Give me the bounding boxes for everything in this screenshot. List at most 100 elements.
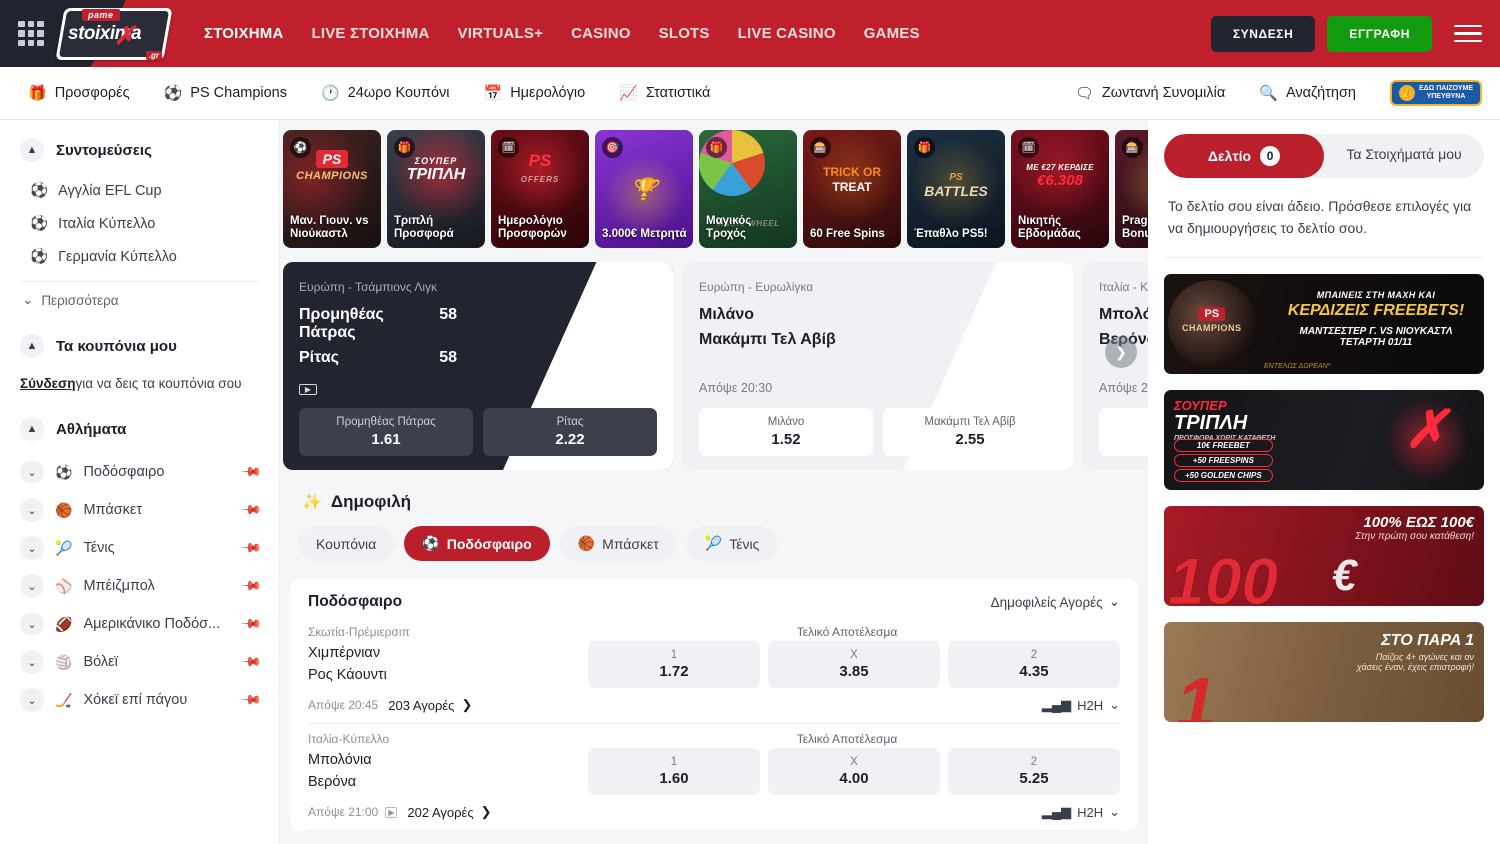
sidebar-more-shortcuts[interactable]: ⌄ Περισσότερα bbox=[20, 282, 259, 318]
nav-item-live-casino[interactable]: LIVE CASINO bbox=[738, 25, 836, 42]
sidebar-sport-tennis[interactable]: ⌄ 🎾 Τένις 📌 bbox=[20, 529, 259, 567]
match-teams[interactable]: Μπολόνια Βερόνα bbox=[308, 750, 588, 792]
tab-betslip[interactable]: Δελτίο 0 bbox=[1164, 134, 1324, 178]
odd-button-2[interactable]: 2 5.25 bbox=[948, 748, 1120, 795]
super-tripli-banner[interactable]: ✗ ΣΟΥΠΕΡ ΤΡΙΠΛΗ ΠΡΟΣΦΟΡΑ ΧΩΡΙΣ ΚΑΤΑΘΕΣΗ … bbox=[1164, 390, 1484, 490]
sidebar-sport-baseball[interactable]: ⌄ ⚾ Μπέιζμπολ 📌 bbox=[20, 567, 259, 605]
calendar-icon: 🗓 bbox=[498, 137, 519, 158]
match-teams[interactable]: Χιμπέρνιαν Ρος Κάουντι bbox=[308, 643, 588, 685]
odd-button-x[interactable]: X 4.00 bbox=[768, 748, 940, 795]
tab-basketball[interactable]: 🏀 Μπάσκετ bbox=[560, 526, 677, 561]
banner-logo: PS CHAMPIONS bbox=[1182, 304, 1242, 333]
chevron-down-icon[interactable]: ⌄ bbox=[20, 574, 44, 598]
odd-button-1[interactable]: 1 1.72 bbox=[588, 641, 760, 688]
nav-item-stoixima[interactable]: ΣΤΟΙΧΗΜΑ bbox=[204, 25, 284, 42]
featured-odd-home[interactable]: Μιλάνο 1.52 bbox=[699, 408, 873, 456]
ps-champions-banner[interactable]: PS CHAMPIONS ΜΠΑΙΝΕΙΣ ΣΤΗ ΜΑΧΗ ΚΑΙ ΚΕΡΔΙ… bbox=[1164, 274, 1484, 374]
logo-tld-text: .gr bbox=[146, 51, 162, 60]
featured-odd-home[interactable]: 1 1.6 bbox=[1099, 408, 1148, 456]
chevron-down-icon[interactable]: ⌄ bbox=[20, 498, 44, 522]
match-away-team: Βερόνα bbox=[308, 772, 588, 793]
featured-odd-away[interactable]: Ρίτας 2.22 bbox=[483, 408, 657, 456]
pin-icon[interactable]: 📌 bbox=[240, 651, 263, 674]
subnav-item-offers[interactable]: 🎁 Προσφορές bbox=[28, 85, 130, 101]
promo-tile-magic-wheel[interactable]: 🎁 MAGIC WHEEL Μαγικός Τροχός bbox=[699, 130, 797, 248]
pin-icon[interactable]: 📌 bbox=[240, 461, 263, 484]
responsible-gaming-badge[interactable]: 👍 ΕΔΩ ΠΑΙΖΟΥΜΕ ΥΠΕΥΘΥΝΑ bbox=[1390, 80, 1482, 106]
nav-item-virtuals[interactable]: VIRTUALS+ bbox=[458, 25, 544, 42]
chevron-down-icon[interactable]: ⌄ bbox=[20, 460, 44, 484]
nav-item-casino[interactable]: CASINO bbox=[571, 25, 631, 42]
tv-stream-icon[interactable]: ▶ bbox=[385, 807, 397, 818]
coupons-login-link[interactable]: Σύνδεση bbox=[20, 376, 76, 391]
sports-section-header[interactable]: ▲ Αθλήματα bbox=[20, 417, 259, 441]
tab-coupons-label: Κουπόνια bbox=[316, 536, 376, 552]
sidebar-sport-basketball[interactable]: ⌄ 🏀 Μπάσκετ 📌 bbox=[20, 491, 259, 529]
pin-icon[interactable]: 📌 bbox=[240, 575, 263, 598]
sidebar-item-germany-cup[interactable]: ⚽ Γερμανία Κύπελλο bbox=[20, 240, 259, 273]
tv-stream-icon[interactable]: ▶ bbox=[299, 384, 317, 395]
featured-next-arrow-icon[interactable]: ❯ bbox=[1105, 336, 1137, 368]
featured-card-promitheas-ritas[interactable]: Ευρώπη - Τσάμπιονς Λιγκ Προμηθέας Πάτρας… bbox=[283, 262, 673, 470]
promo-tile-weekly-winner[interactable]: 🗓 ΜΕ €27 ΚΕΡΔΙΣΕ €6.308 Νικητής Εβδομάδα… bbox=[1011, 130, 1109, 248]
sto-para-1-banner[interactable]: 1 ΣΤΟ ΠΑΡΑ 1 Παίζεις 4+ αγώνες και αν χά… bbox=[1164, 622, 1484, 722]
sidebar-item-efl-cup[interactable]: ⚽ Αγγλία EFL Cup bbox=[20, 174, 259, 207]
odd-button-2[interactable]: 2 4.35 bbox=[948, 641, 1120, 688]
subnav-item-ps-champions[interactable]: ⚽ PS Champions bbox=[164, 85, 287, 101]
match-markets-link[interactable]: 202 Αγορές ❯ bbox=[407, 804, 491, 820]
apps-grid-icon[interactable] bbox=[18, 21, 44, 47]
shortcuts-section-header[interactable]: ▲ Συντομεύσεις bbox=[20, 138, 259, 162]
promo-tile-60-free-spins[interactable]: 🎰 TRICK OR TREAT 60 Free Spins bbox=[803, 130, 901, 248]
header-actions: ΣΥΝΔΕΣΗ ΕΓΓΡΑΦΗ bbox=[1211, 16, 1500, 52]
sidebar-item-italy-cup[interactable]: ⚽ Ιταλία Κύπελλο bbox=[20, 207, 259, 240]
my-coupons-section-header[interactable]: ▲ Τα κουπόνια μου bbox=[20, 334, 259, 358]
odd-button-1[interactable]: 1 1.60 bbox=[588, 748, 760, 795]
deposit-bonus-banner[interactable]: 100 € 100% ΕΩΣ 100€ Στην πρώτη σου κατάθ… bbox=[1164, 506, 1484, 606]
chevron-down-icon[interactable]: ⌄ bbox=[20, 612, 44, 636]
sidebar-sport-ice-hockey[interactable]: ⌄ 🏒 Χόκεϊ επί πάγου 📌 bbox=[20, 681, 259, 719]
nav-item-slots[interactable]: SLOTS bbox=[659, 25, 710, 42]
markets-selector[interactable]: Δημοφιλείς Αγορές ⌄ bbox=[991, 594, 1120, 610]
subnav-item-search[interactable]: 🔍 Αναζήτηση bbox=[1259, 85, 1356, 101]
pin-icon[interactable]: 📌 bbox=[240, 689, 263, 712]
chevron-down-icon[interactable]: ⌄ bbox=[20, 688, 44, 712]
sidebar-sport-american-football[interactable]: ⌄ 🏈 Αμερικάνικο Ποδόσ... 📌 bbox=[20, 605, 259, 643]
sidebar-sport-football[interactable]: ⌄ ⚽ Ποδόσφαιρο 📌 bbox=[20, 453, 259, 491]
featured-odd-home[interactable]: Προμηθέας Πάτρας 1.61 bbox=[299, 408, 473, 456]
featured-odd-away[interactable]: Μακάμπι Τελ Αβίβ 2.55 bbox=[883, 408, 1057, 456]
promo-tile-3000-cash[interactable]: 🎯 🏆 3.000€ Μετρητά bbox=[595, 130, 693, 248]
tab-tennis[interactable]: 🎾 Τένις bbox=[687, 526, 778, 561]
tab-football[interactable]: ⚽ Ποδόσφαιρο bbox=[404, 526, 549, 561]
banner-line1: ΣΤΟ ΠΑΡΑ 1 bbox=[1357, 632, 1474, 650]
tab-my-bets[interactable]: Τα Στοιχήματά μου bbox=[1324, 134, 1484, 178]
promo-tile-tripli-offer[interactable]: 🎁 ΣΟΥΠΕΡ ΤΡΙΠΛΗ Τριπλή Προσφορά bbox=[387, 130, 485, 248]
chevron-down-icon[interactable]: ⌄ bbox=[20, 536, 44, 560]
pin-icon[interactable]: 📌 bbox=[240, 499, 263, 522]
promo-tile-offers-calendar[interactable]: 🗓 PS OFFERS Ημερολόγιο Προσφορών bbox=[491, 130, 589, 248]
promo-tile-pragmatic-buy-bonus[interactable]: 🎰 Pragmatic Buy Bonus bbox=[1115, 130, 1148, 248]
featured-home-name: Μπολόνια bbox=[1099, 306, 1148, 324]
nav-item-games[interactable]: GAMES bbox=[864, 25, 920, 42]
sidebar-sport-volleyball[interactable]: ⌄ 🏐 Βόλεϊ 📌 bbox=[20, 643, 259, 681]
subnav-item-statistics[interactable]: 📈 Στατιστικά bbox=[619, 85, 710, 101]
nav-item-live-stoixima[interactable]: LIVE ΣΤΟΙΧΗΜΑ bbox=[312, 25, 430, 42]
pin-icon[interactable]: 📌 bbox=[240, 537, 263, 560]
h2h-toggle[interactable]: ▂▄▆ H2H ⌄ bbox=[1042, 697, 1120, 713]
login-button[interactable]: ΣΥΝΔΕΣΗ bbox=[1211, 16, 1316, 52]
odd-button-x[interactable]: X 3.85 bbox=[768, 641, 940, 688]
match-markets-link[interactable]: 203 Αγορές ❯ bbox=[388, 697, 472, 713]
tab-coupons[interactable]: Κουπόνια bbox=[298, 526, 394, 561]
subnav-item-calendar[interactable]: 📅 Ημερολόγιο bbox=[484, 85, 586, 101]
h2h-toggle[interactable]: ▂▄▆ H2H ⌄ bbox=[1042, 804, 1120, 820]
subnav-item-live-chat[interactable]: 🗨 Ζωντανή Συνομιλία bbox=[1075, 85, 1225, 101]
site-logo[interactable]: pame stoixima ✗ .gr bbox=[60, 8, 168, 60]
hamburger-menu-icon[interactable] bbox=[1454, 25, 1482, 43]
subnav-item-24h-coupon[interactable]: 🕐 24ωρο Κουπόνι bbox=[321, 85, 450, 101]
pin-icon[interactable]: 📌 bbox=[240, 613, 263, 636]
featured-card-milano-maccabi[interactable]: Ευρώπη - Ευρωλίγκα Μιλάνο Μακάμπι Τελ Αβ… bbox=[683, 262, 1073, 470]
chevron-down-icon[interactable]: ⌄ bbox=[20, 650, 44, 674]
signup-button[interactable]: ΕΓΓΡΑΦΗ bbox=[1327, 16, 1432, 52]
promo-tile-ps5-prize[interactable]: 🎁 PS BATTLES Έπαθλο PS5! bbox=[907, 130, 1005, 248]
promo-tile-ps-champions[interactable]: ⚽ PS CHAMPIONS Μαν. Γιουν. vs Νιούκαστλ bbox=[283, 130, 381, 248]
tile-mid-line1: PS bbox=[949, 172, 962, 183]
